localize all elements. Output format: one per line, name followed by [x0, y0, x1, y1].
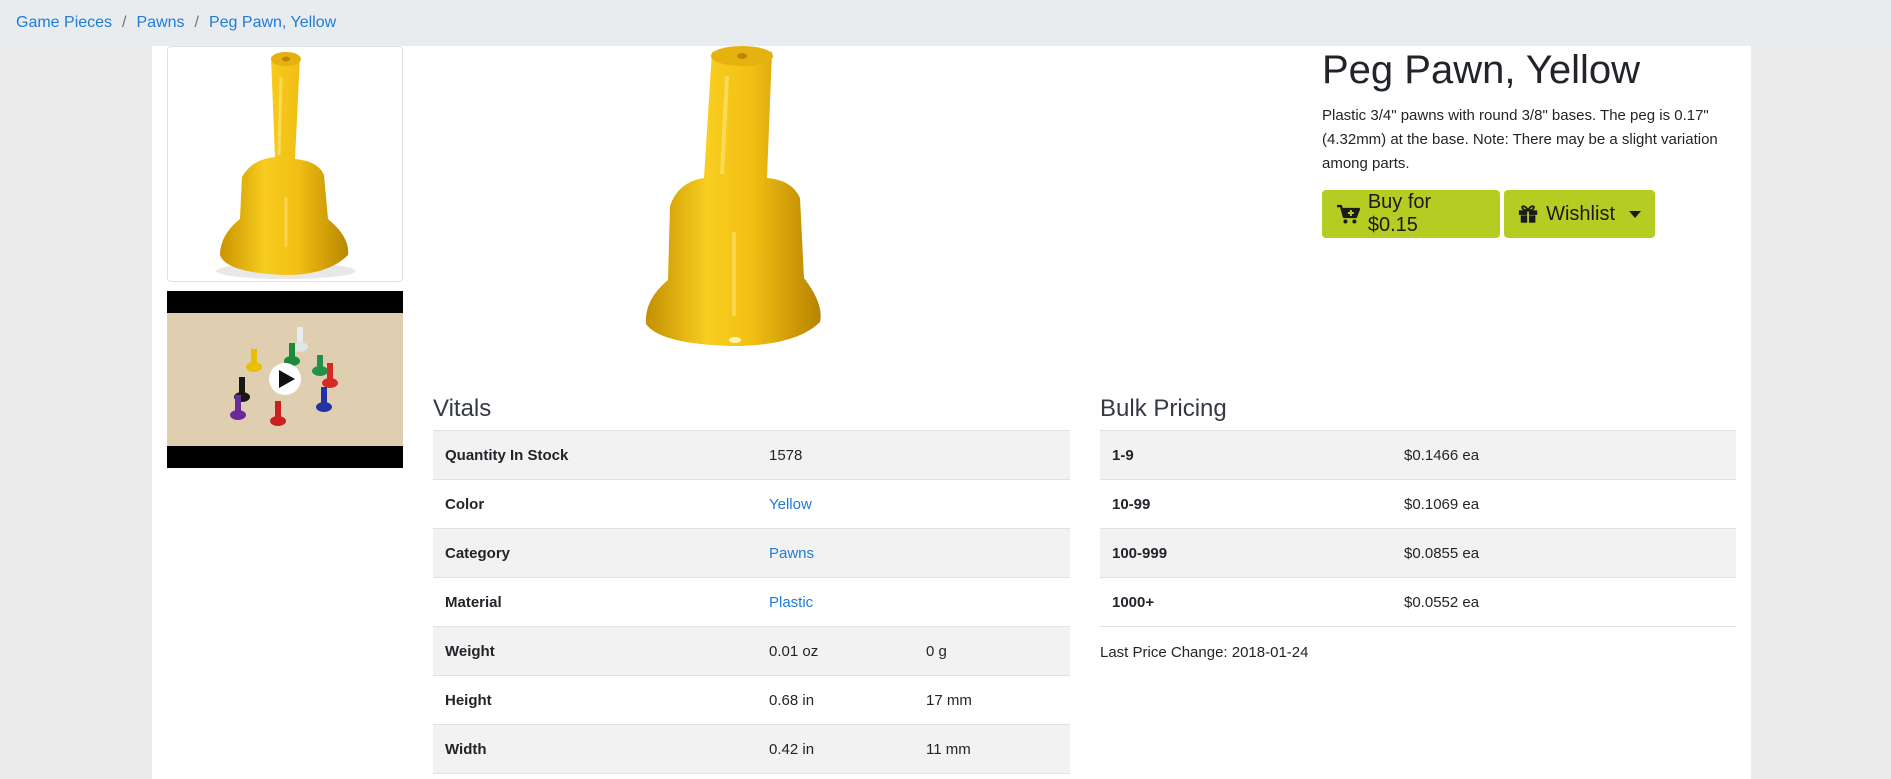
cart-plus-icon — [1336, 204, 1360, 224]
breadcrumb-current-product[interactable]: Peg Pawn, Yellow — [209, 14, 336, 32]
breadcrumb-separator: / — [122, 14, 127, 31]
bulk-pricing-heading: Bulk Pricing — [1100, 395, 1227, 422]
vitals-extra: 17 mm — [914, 675, 1070, 725]
category-link[interactable]: Pawns — [769, 545, 814, 562]
quantity-range: 10-99 — [1100, 479, 1392, 529]
last-price-change: Last Price Change: 2018-01-24 — [1100, 644, 1309, 661]
vitals-label: Weight — [433, 626, 757, 676]
breadcrumb-pawns[interactable]: Pawns — [137, 14, 185, 32]
table-row: Weight 0.01 oz 0 g — [433, 626, 1070, 676]
vitals-table: Quantity In Stock 1578 Color Yellow Cate… — [433, 430, 1070, 774]
video-thumbnail-image — [167, 313, 403, 446]
pawn-large-image — [645, 46, 821, 346]
thumbnail-video[interactable] — [167, 291, 403, 468]
main-product-image[interactable] — [422, 46, 842, 356]
vitals-extra: 0 g — [914, 626, 1070, 676]
vitals-value: Yellow — [757, 479, 914, 529]
vitals-extra — [914, 577, 1070, 627]
product-title: Peg Pawn, Yellow — [1322, 48, 1641, 92]
unit-price: $0.1466 ea — [1392, 430, 1736, 480]
table-row: Width 0.42 in 11 mm — [433, 724, 1070, 774]
vitals-label: Category — [433, 528, 757, 578]
table-row: 1000+ $0.0552 ea — [1100, 577, 1736, 627]
vitals-value: 0.01 oz — [757, 626, 914, 676]
vitals-value: Pawns — [757, 528, 914, 578]
pawn-image — [216, 52, 356, 279]
vitals-value: 0.68 in — [757, 675, 914, 725]
product-description: Plastic 3/4" pawns with round 3/8" bases… — [1322, 107, 1718, 172]
table-row: Height 0.68 in 17 mm — [433, 675, 1070, 725]
vitals-label: Height — [433, 675, 757, 725]
vitals-heading: Vitals — [433, 395, 492, 422]
vitals-label: Quantity In Stock — [433, 430, 757, 480]
vitals-extra — [914, 479, 1070, 529]
table-row: 1-9 $0.1466 ea — [1100, 430, 1736, 480]
thumbnail-product-photo[interactable] — [167, 46, 403, 282]
wishlist-button-label: Wishlist — [1546, 202, 1615, 225]
unit-price: $0.0855 ea — [1392, 528, 1736, 578]
quantity-range: 1-9 — [1100, 430, 1392, 480]
table-row: Category Pawns — [433, 528, 1070, 578]
vitals-value: 0.42 in — [757, 724, 914, 774]
table-row: Material Plastic — [433, 577, 1070, 627]
table-row: Color Yellow — [433, 479, 1070, 529]
color-link[interactable]: Yellow — [769, 496, 812, 513]
wishlist-dropdown-button[interactable]: Wishlist — [1504, 190, 1655, 238]
table-row: Quantity In Stock 1578 — [433, 430, 1070, 480]
product-panel: Peg Pawn, Yellow Plastic 3/4" pawns with… — [152, 46, 1751, 779]
vitals-extra — [914, 430, 1070, 480]
table-row: 10-99 $0.1069 ea — [1100, 479, 1736, 529]
gift-icon — [1518, 205, 1538, 224]
vitals-label: Width — [433, 724, 757, 774]
bulk-pricing-table: 1-9 $0.1466 ea 10-99 $0.1069 ea 100-999 … — [1100, 430, 1736, 627]
buy-button-label: Buy for $0.15 — [1367, 191, 1432, 236]
vitals-label: Material — [433, 577, 757, 627]
table-row: 100-999 $0.0855 ea — [1100, 528, 1736, 578]
vitals-value: Plastic — [757, 577, 914, 627]
buy-button[interactable]: Buy for $0.15 — [1322, 190, 1500, 238]
caret-down-icon — [1629, 210, 1641, 218]
unit-price: $0.1069 ea — [1392, 479, 1736, 529]
breadcrumb: Game Pieces / Pawns / Peg Pawn, Yellow — [0, 0, 1891, 46]
material-link[interactable]: Plastic — [769, 594, 813, 611]
vitals-label: Color — [433, 479, 757, 529]
unit-price: $0.0552 ea — [1392, 577, 1736, 627]
breadcrumb-game-pieces[interactable]: Game Pieces — [16, 14, 112, 32]
vitals-extra: 11 mm — [914, 724, 1070, 774]
vitals-extra — [914, 528, 1070, 578]
quantity-range: 100-999 — [1100, 528, 1392, 578]
vitals-value: 1578 — [757, 430, 914, 480]
breadcrumb-separator: / — [194, 14, 199, 31]
quantity-range: 1000+ — [1100, 577, 1392, 627]
